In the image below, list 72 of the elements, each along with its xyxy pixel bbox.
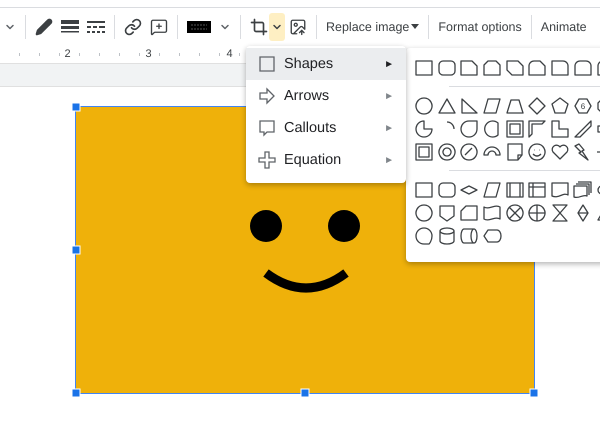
caret-icon (411, 24, 420, 29)
shape-icon[interactable] (436, 226, 457, 246)
shape-icon[interactable] (414, 118, 434, 138)
shape-icon[interactable] (459, 118, 480, 138)
shape-icon[interactable] (550, 118, 570, 138)
shape-icon[interactable] (436, 58, 457, 78)
shape-icon[interactable] (414, 180, 434, 200)
resize-handle[interactable] (72, 102, 80, 112)
shape-icon[interactable]: 6 (572, 96, 593, 116)
shape-icon[interactable] (482, 58, 502, 78)
shape-icon[interactable] (414, 58, 434, 78)
menu-item[interactable]: Arrows ► (246, 80, 406, 112)
shape-icon[interactable] (572, 180, 593, 200)
shape-icon[interactable] (550, 142, 570, 162)
plus-icon (258, 150, 276, 170)
ruler-number: 4 (225, 47, 234, 62)
shape-icon[interactable] (504, 142, 525, 162)
toolbar-button[interactable]: Replace image (324, 14, 422, 38)
toolbar-button[interactable]: Animate (538, 14, 589, 38)
shape-icon[interactable] (482, 96, 502, 116)
shape-icon[interactable] (459, 142, 480, 162)
shape-icon[interactable] (550, 96, 570, 116)
resize-handle[interactable] (530, 388, 538, 398)
shape-icon[interactable] (414, 96, 434, 116)
resize-handle[interactable] (72, 388, 80, 398)
shape-icon[interactable] (459, 226, 480, 246)
shape-icon[interactable] (482, 202, 502, 222)
shape-icon[interactable] (436, 96, 457, 116)
shape-icon[interactable] (459, 58, 480, 78)
shape-icon[interactable] (572, 118, 593, 138)
shape-icon[interactable] (504, 202, 525, 222)
pencil-icon (35, 18, 53, 36)
shape-icon[interactable] (550, 58, 570, 78)
ruler-number: 3 (144, 47, 153, 62)
line-weight-icon (61, 20, 79, 34)
comment-plus-icon (150, 18, 168, 36)
menu-item[interactable]: Callouts ► (246, 112, 406, 144)
shape-icon[interactable] (459, 202, 480, 222)
shape-icon[interactable] (504, 58, 525, 78)
shape-icon[interactable] (550, 180, 570, 200)
shape-icon[interactable] (527, 118, 548, 138)
shape-icon[interactable] (436, 142, 457, 162)
ruler-number: 2 (63, 47, 72, 62)
image-icon (289, 18, 307, 36)
shape-icon[interactable] (527, 142, 548, 162)
shape-icon[interactable] (527, 202, 548, 222)
shape-icon[interactable] (504, 118, 525, 138)
shape-icon[interactable] (572, 58, 593, 78)
shape-icon[interactable] (482, 180, 502, 200)
menu-item[interactable]: Shapes ► (246, 48, 406, 80)
shape-icon[interactable] (527, 58, 548, 78)
link-icon (124, 18, 142, 36)
shape-icon[interactable] (414, 202, 434, 222)
shape-icon[interactable] (459, 96, 480, 116)
shape-icon[interactable] (527, 96, 548, 116)
toolbar-button[interactable]: Format options (436, 14, 524, 38)
shape-icon[interactable] (436, 202, 457, 222)
shape-icon[interactable] (527, 180, 548, 200)
crop-icon (250, 18, 268, 36)
shape-icon[interactable] (414, 226, 434, 246)
menu-item[interactable]: Equation ► (246, 144, 406, 176)
callout-icon (258, 118, 276, 138)
shape-icon[interactable] (414, 142, 434, 162)
square-icon (258, 54, 276, 74)
line-dash-icon (87, 20, 105, 34)
resize-handle[interactable] (300, 388, 310, 398)
crop-caret-button[interactable] (269, 12, 285, 40)
arrow-icon (258, 86, 276, 106)
shape-icon[interactable] (550, 202, 570, 222)
resize-handle[interactable] (72, 246, 80, 254)
shape-icon[interactable] (436, 180, 457, 200)
shape-icon[interactable] (504, 180, 525, 200)
